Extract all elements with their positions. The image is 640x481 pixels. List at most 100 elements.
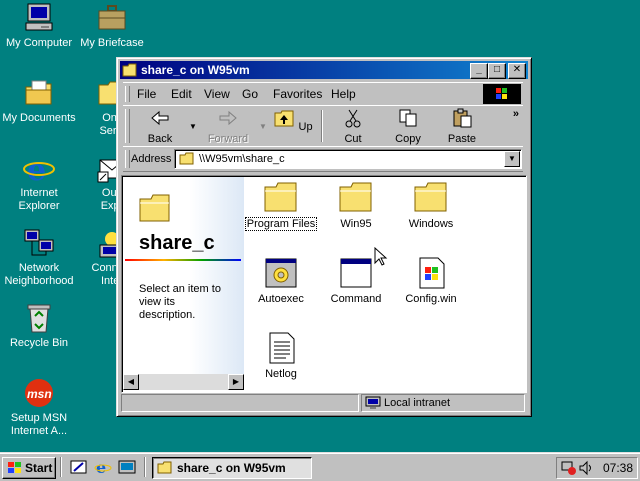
arrow-left-icon: ◀: [127, 377, 135, 386]
scroll-left-button[interactable]: ◀: [123, 374, 139, 390]
my-documents-icon: [23, 77, 55, 109]
my-computer-icon: [23, 2, 55, 34]
scroll-right-button[interactable]: ▶: [228, 374, 244, 390]
file-item-win95[interactable]: Win95: [320, 182, 392, 230]
menu-go[interactable]: Go: [242, 87, 258, 101]
windows-logo-icon: [8, 462, 21, 473]
toolbar-grip[interactable]: [125, 109, 130, 143]
horizontal-scrollbar[interactable]: ◀ ▶: [123, 374, 244, 390]
taskbar-button-share-c[interactable]: share_c on W95vm: [152, 457, 312, 479]
address-input[interactable]: \\W95vm\share_c ▼: [174, 149, 522, 169]
desktop-icon-label: Network Neighborhood: [4, 262, 74, 287]
chevron-down-icon: ▼: [508, 154, 516, 163]
address-label: Address: [131, 153, 172, 165]
desktop-icon-label: My Documents: [2, 112, 76, 124]
copy-icon: [399, 109, 417, 127]
forward-label: Forward: [207, 133, 249, 145]
menu-bar: File Edit View Go Favorites Help: [123, 82, 523, 106]
start-button[interactable]: Start: [2, 457, 56, 479]
file-item-label: Windows: [408, 218, 454, 230]
standard-toolbar: Back ▼ Forward ▼ Up Cut Copy Paste »: [123, 105, 523, 147]
folder-icon: [179, 152, 194, 165]
title-bar[interactable]: share_c on W95vm _ □ ✕: [120, 61, 528, 79]
folder-icon: [339, 182, 373, 214]
address-value: \\W95vm\share_c: [199, 153, 285, 165]
menu-help[interactable]: Help: [331, 87, 356, 101]
volume-icon[interactable]: [579, 460, 593, 476]
file-item-label: Win95: [340, 218, 372, 230]
cut-label: Cut: [344, 133, 362, 145]
menu-grip[interactable]: [125, 86, 130, 102]
desktop-icon-recycle-bin[interactable]: Recycle Bin: [0, 302, 78, 350]
file-item-windows[interactable]: Windows: [395, 182, 467, 230]
web-view-description: Select an item to view its description.: [139, 283, 221, 321]
file-item-label: Program Files: [244, 217, 318, 231]
arrow-right-icon: ▶: [232, 377, 240, 386]
windows-logo-icon: [483, 84, 521, 104]
folder-icon: [139, 194, 170, 222]
folder-icon: [414, 182, 448, 214]
desktop-icon-my-computer[interactable]: My Computer: [0, 2, 78, 50]
ms-dos-program-icon: [339, 257, 373, 289]
close-button[interactable]: ✕: [508, 63, 526, 79]
folder-icon: [264, 182, 298, 214]
back-label: Back: [147, 133, 173, 145]
internet-explorer-icon[interactable]: e: [94, 459, 112, 475]
desktop-icon-setup-msn[interactable]: msn Setup MSN Internet A...: [0, 377, 78, 438]
cut-button[interactable]: Cut: [333, 108, 373, 145]
up-button[interactable]: Up: [273, 108, 313, 133]
paste-button[interactable]: Paste: [439, 108, 485, 145]
forward-dropdown-icon[interactable]: ▼: [259, 122, 267, 131]
address-bar: Address \\W95vm\share_c ▼: [123, 146, 523, 172]
internet-explorer-icon: e: [23, 152, 55, 188]
address-grip[interactable]: [125, 150, 130, 168]
paste-icon: [453, 108, 472, 128]
msn-icon: msn: [23, 377, 55, 409]
show-desktop-icon[interactable]: [70, 459, 88, 475]
desktop-icon-my-documents[interactable]: My Documents: [0, 77, 78, 125]
menu-view[interactable]: View: [204, 87, 230, 101]
folder-icon: [122, 63, 137, 77]
up-label: Up: [298, 121, 313, 133]
desktop-icon-my-briefcase[interactable]: My Briefcase: [73, 2, 151, 50]
window-title: share_c on W95vm: [141, 63, 250, 77]
svg-text:msn: msn: [27, 387, 52, 401]
address-dropdown-button[interactable]: ▼: [504, 151, 520, 167]
desktop-icon-network-neighborhood[interactable]: Network Neighborhood: [0, 227, 78, 288]
copy-label: Copy: [395, 133, 421, 145]
close-icon: ✕: [512, 64, 522, 75]
desktop-icon-internet-explorer[interactable]: e Internet Explorer: [0, 152, 78, 213]
minimize-icon: _: [476, 64, 482, 75]
file-item-config-win[interactable]: Config.win: [395, 257, 467, 305]
file-item-label: Command: [330, 293, 382, 305]
file-item-autoexec[interactable]: Autoexec: [245, 257, 317, 305]
back-dropdown-icon[interactable]: ▼: [189, 122, 197, 131]
svg-text:e: e: [27, 153, 46, 184]
explorer-window[interactable]: share_c on W95vm _ □ ✕ File Edit View Go…: [116, 57, 532, 417]
maximize-button[interactable]: □: [488, 63, 506, 79]
folder-content-pane[interactable]: share_c Select an item to view its descr…: [121, 175, 527, 393]
menu-file[interactable]: File: [137, 87, 156, 101]
back-arrow-icon: [151, 110, 169, 126]
config-file-icon: [414, 257, 448, 289]
file-item-label: Config.win: [405, 293, 457, 305]
copy-button[interactable]: Copy: [385, 108, 431, 145]
file-item-netlog[interactable]: Netlog: [245, 332, 317, 380]
maximize-icon: □: [493, 64, 501, 75]
forward-arrow-icon: [219, 110, 237, 126]
back-button[interactable]: Back: [137, 108, 183, 145]
network-neighborhood-icon: [23, 227, 55, 259]
toolbar-more-chevron-icon[interactable]: »: [513, 108, 519, 120]
file-item-program-files[interactable]: Program Files: [244, 182, 318, 231]
start-label: Start: [25, 461, 53, 475]
network-status-icon[interactable]: [561, 460, 577, 476]
taskbar-button-label: share_c on W95vm: [177, 461, 286, 475]
web-view-divider: [125, 259, 241, 261]
menu-favorites[interactable]: Favorites: [273, 87, 322, 101]
forward-button[interactable]: Forward: [203, 108, 253, 145]
minimize-button[interactable]: _: [470, 63, 488, 79]
clock[interactable]: 07:38: [603, 461, 633, 475]
view-channels-icon[interactable]: [118, 459, 136, 475]
menu-edit[interactable]: Edit: [171, 87, 192, 101]
desktop-icon-label: Internet Explorer: [18, 187, 60, 212]
